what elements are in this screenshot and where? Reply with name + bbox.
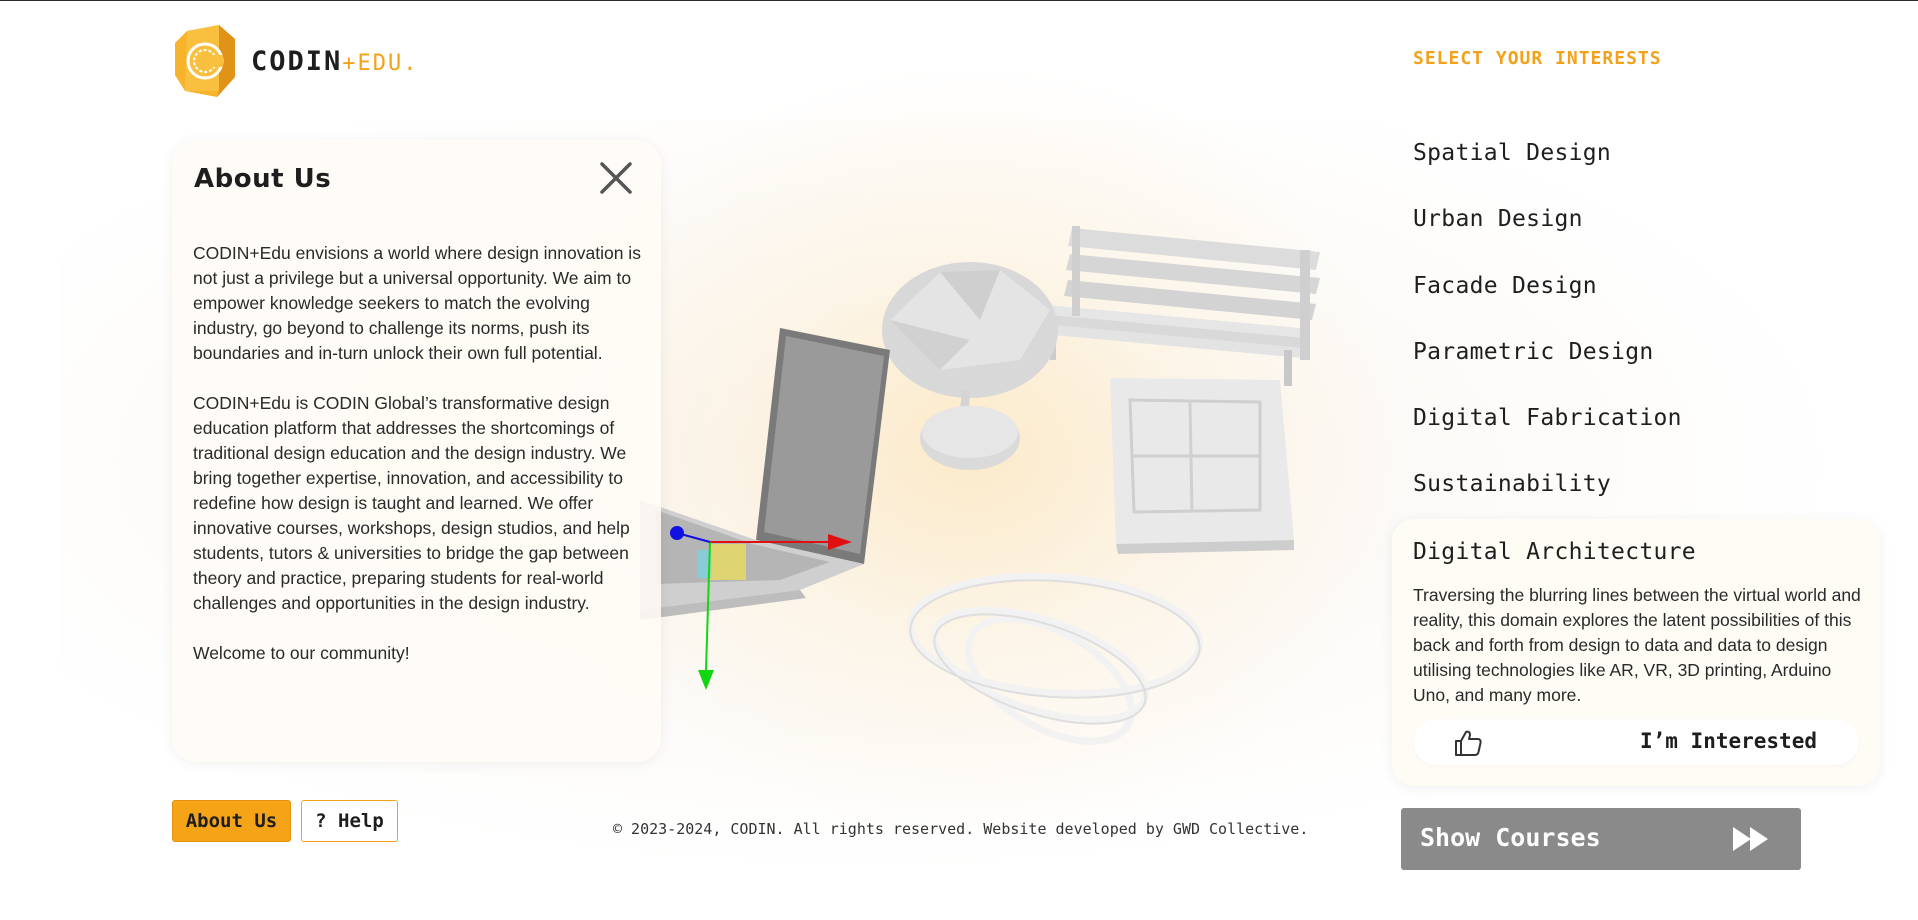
interest-card-description: Traversing the blurring lines between th…: [1413, 585, 1861, 705]
frame-panel-model: [1110, 378, 1294, 554]
help-button[interactable]: ? Help: [301, 800, 398, 842]
fast-forward-icon: [1733, 827, 1768, 851]
logo-text-main: CODIN: [251, 45, 343, 77]
interest-urban-design[interactable]: Urban Design: [1413, 206, 1583, 232]
about-panel-body: CODIN+Edu envisions a world where design…: [193, 241, 643, 691]
close-icon[interactable]: [596, 158, 636, 198]
im-interested-label: I’m Interested: [1639, 729, 1817, 753]
interest-sustainability[interactable]: Sustainability: [1413, 471, 1611, 497]
about-paragraph-3: Welcome to our community!: [193, 643, 410, 663]
logo-text-accent: +EDU.: [342, 50, 419, 76]
site-logo[interactable]: CODIN +EDU.: [173, 25, 419, 97]
logo-wordmark: CODIN +EDU.: [251, 46, 419, 77]
ring-loops-model: [906, 572, 1204, 745]
about-paragraph-2: CODIN+Edu is CODIN Global’s transformati…: [193, 393, 630, 613]
interest-facade-design[interactable]: Facade Design: [1413, 273, 1597, 299]
footer-copyright: © 2023-2024, CODIN. All rights reserved.…: [613, 820, 1309, 838]
interest-card-digital-architecture[interactable]: Digital Architecture Traversing the blur…: [1392, 519, 1880, 786]
im-interested-button[interactable]: I’m Interested: [1413, 719, 1859, 765]
about-us-button[interactable]: About Us: [172, 800, 291, 842]
show-courses-button[interactable]: Show Courses: [1401, 808, 1801, 870]
about-us-panel: About Us CODIN+Edu envisions a world whe…: [172, 140, 661, 762]
codin-logo-icon: [175, 25, 235, 97]
interest-parametric-design[interactable]: Parametric Design: [1413, 339, 1654, 365]
thumbs-up-icon: [1455, 730, 1482, 756]
top-border: [0, 0, 1918, 1]
interest-card-title: Digital Architecture: [1413, 539, 1696, 565]
show-courses-label: Show Courses: [1420, 823, 1601, 852]
bench-model: [1036, 226, 1320, 386]
about-paragraph-1: CODIN+Edu envisions a world where design…: [193, 243, 641, 363]
3d-scene-illustration: [640, 226, 1320, 745]
interest-spatial-design[interactable]: Spatial Design: [1413, 140, 1611, 166]
about-panel-title: About Us: [194, 164, 332, 194]
select-interests-heading: SELECT YOUR INTERESTS: [1413, 48, 1662, 69]
laptop-model: [640, 328, 890, 620]
faceted-vase-model: [882, 262, 1058, 470]
interest-digital-fabrication[interactable]: Digital Fabrication: [1413, 405, 1682, 431]
